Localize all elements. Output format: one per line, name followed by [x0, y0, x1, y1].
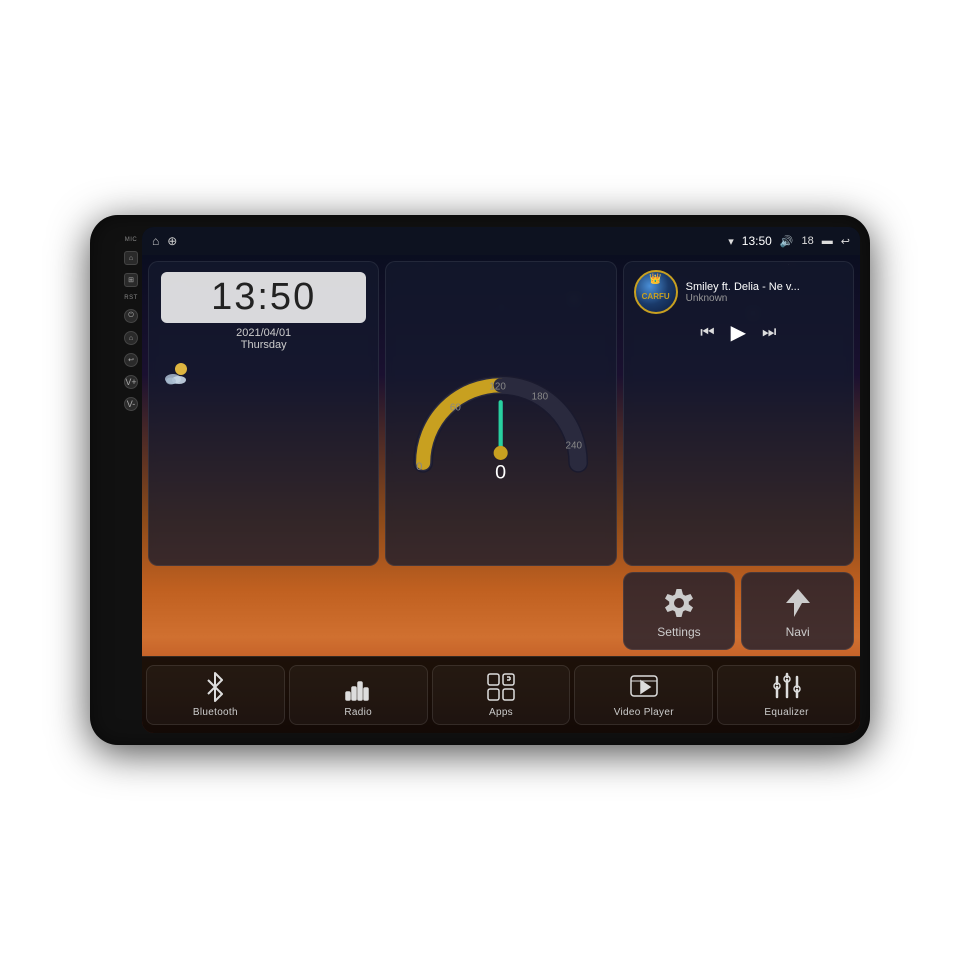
back-side-button[interactable]: ↩	[124, 353, 138, 367]
top-widgets: 13:50 2021/04/01 Thursday	[142, 255, 860, 572]
vol-down-side-button[interactable]: V-	[124, 397, 138, 411]
home-icon[interactable]: ⌂	[152, 234, 159, 248]
speedometer-widget: 0 60 120 180 240 0 km/h	[385, 261, 616, 566]
settings-icon	[663, 587, 695, 619]
music-widget: 👑 CARFU Smiley ft. Delia - Ne v... Unkno…	[623, 261, 854, 566]
home-side-button[interactable]: ⌂	[124, 251, 138, 265]
battery-icon: ▬	[822, 235, 833, 247]
rst-label: RST	[124, 295, 138, 301]
next-button[interactable]: ⏭	[762, 324, 776, 342]
bottom-widget-row: Settings Navi	[142, 572, 860, 656]
date-text: 2021/04/01	[236, 327, 291, 339]
radio-icon	[343, 672, 373, 702]
prev-button[interactable]: ⏮	[700, 324, 714, 342]
navi-button[interactable]: Navi	[741, 572, 854, 650]
clock-widget: 13:50 2021/04/01 Thursday	[148, 261, 379, 566]
speedometer-svg: 0 60 120 180 240 0 km/h	[402, 343, 599, 484]
music-title: Smiley ft. Delia - Ne v...	[686, 281, 843, 293]
home2-side-button[interactable]: ⌂	[124, 331, 138, 345]
settings-button[interactable]: Settings	[623, 572, 736, 650]
wifi-icon: ▾	[728, 235, 734, 248]
svg-text:180: 180	[532, 391, 549, 402]
crown-icon: 👑	[649, 274, 661, 285]
clock-time: 13:50	[161, 272, 366, 323]
apps-side-button[interactable]: ⊞	[124, 273, 138, 287]
car-unit: MIC ⌂ ⊞ RST ⏻ ⌂ ↩ V+ V- ⌂ ⊕ ▾ 13:50 🔊 18…	[90, 215, 870, 745]
bluetooth-icon	[200, 672, 230, 702]
settings-label: Settings	[657, 625, 700, 639]
equalizer-icon	[772, 672, 802, 702]
bottom-bar: Bluetooth Radio	[142, 656, 860, 733]
play-button[interactable]: ▶	[731, 320, 746, 345]
clock-date: 2021/04/01 Thursday	[161, 327, 366, 351]
carfu-logo: CARFU	[642, 292, 670, 301]
svg-text:240: 240	[566, 441, 583, 452]
mic-label: MIC	[125, 237, 138, 243]
music-info: Smiley ft. Delia - Ne v... Unknown	[686, 281, 843, 304]
video-player-button[interactable]: Video Player	[574, 665, 713, 725]
music-artist: Unknown	[686, 293, 843, 304]
vol-up-side-button[interactable]: V+	[124, 375, 138, 389]
weather-icon	[161, 355, 366, 391]
volume-icon: 🔊	[780, 235, 794, 248]
bluetooth-button[interactable]: Bluetooth	[146, 665, 285, 725]
side-controls: MIC ⌂ ⊞ RST ⏻ ⌂ ↩ V+ V-	[120, 227, 142, 733]
status-left-icons: ⌂ ⊕	[152, 234, 177, 248]
navi-label: Navi	[786, 625, 810, 639]
apps-icon	[486, 672, 516, 702]
equalizer-label: Equalizer	[764, 707, 808, 718]
album-art: 👑 CARFU	[634, 270, 678, 314]
video-icon	[629, 672, 659, 702]
status-right-info: ▾ 13:50 🔊 18 ▬ ↩	[728, 234, 850, 248]
music-top: 👑 CARFU Smiley ft. Delia - Ne v... Unkno…	[634, 270, 843, 314]
svg-text:0: 0	[496, 461, 507, 483]
music-controls: ⏮ ▶ ⏭	[634, 320, 843, 345]
status-time: 13:50	[742, 234, 772, 248]
settings-navi-pair: Settings Navi	[623, 572, 854, 650]
apps-button[interactable]: Apps	[432, 665, 571, 725]
back-icon[interactable]: ↩	[841, 235, 850, 248]
screen: ⌂ ⊕ ▾ 13:50 🔊 18 ▬ ↩	[142, 227, 860, 733]
volume-level: 18	[802, 235, 814, 247]
svg-text:60: 60	[450, 403, 461, 414]
day-text: Thursday	[241, 339, 287, 351]
house-fill-icon[interactable]: ⊕	[167, 234, 177, 248]
video-label: Video Player	[614, 707, 674, 718]
equalizer-button[interactable]: Equalizer	[717, 665, 856, 725]
svg-text:120: 120	[490, 382, 507, 393]
radio-button[interactable]: Radio	[289, 665, 428, 725]
status-bar: ⌂ ⊕ ▾ 13:50 🔊 18 ▬ ↩	[142, 227, 860, 255]
svg-text:0: 0	[416, 461, 422, 473]
main-content: 13:50 2021/04/01 Thursday	[142, 255, 860, 733]
bluetooth-label: Bluetooth	[193, 707, 238, 718]
navi-icon	[782, 587, 814, 619]
radio-label: Radio	[344, 707, 372, 718]
power-side-button[interactable]: ⏻	[124, 309, 138, 323]
sun-cloud-icon	[161, 359, 193, 387]
apps-label: Apps	[489, 707, 513, 718]
